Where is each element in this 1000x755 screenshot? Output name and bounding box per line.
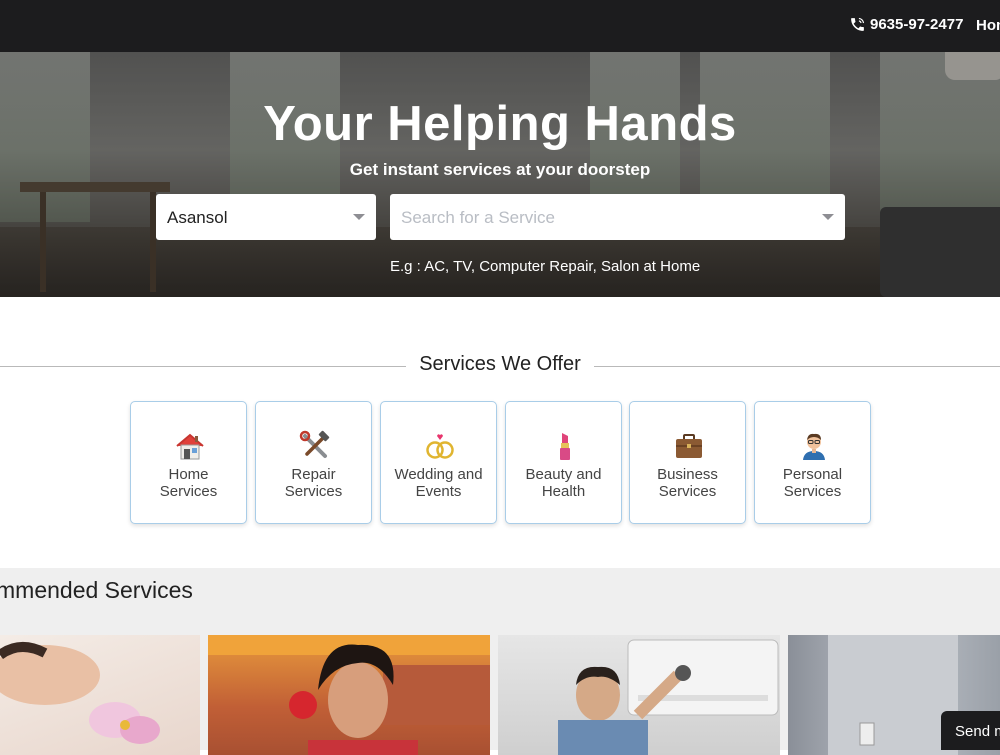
service-card-personal[interactable]: Personal Services [754, 401, 871, 524]
service-card-label: Personal Services [782, 466, 843, 500]
nav-home-link[interactable]: Hom [976, 17, 1000, 34]
service-card-repair[interactable]: Repair Services [255, 401, 372, 524]
phone-contact[interactable]: 9635-97-2477 [849, 16, 963, 33]
hero-banner: Your Helping Hands Get instant services … [0, 52, 1000, 297]
service-card-label: Business Services [657, 466, 718, 500]
recommended-card-ac-repair[interactable] [498, 635, 780, 755]
ac-repair-image [558, 639, 779, 755]
recommended-card-bridal-makeup[interactable] [208, 635, 490, 755]
service-card-label: Home Services [159, 466, 218, 500]
send-message-button[interactable]: Send m [941, 711, 1000, 750]
service-search-input[interactable]: Search for a Service [390, 194, 845, 240]
city-select[interactable]: Asansol [156, 194, 376, 240]
service-card-home[interactable]: Home Services [130, 401, 247, 524]
lipstick-icon [560, 433, 570, 460]
chevron-down-icon [353, 214, 365, 220]
service-card-business[interactable]: Business Services [629, 401, 746, 524]
house-icon [176, 433, 204, 460]
recommended-section: mmended Services [0, 568, 1000, 755]
service-card-beauty[interactable]: Beauty and Health [505, 401, 622, 524]
search-example-hint: E.g : AC, TV, Computer Repair, Salon at … [390, 258, 701, 275]
tools-icon [299, 430, 330, 458]
briefcase-icon [676, 434, 702, 458]
service-card-label: Repair Services [284, 466, 343, 500]
bridal-makeup-image [208, 635, 490, 755]
city-select-value: Asansol [167, 208, 228, 227]
recommended-section-title: mmended Services [0, 577, 193, 603]
service-card-wedding[interactable]: Wedding and Events [380, 401, 497, 524]
hero-title: Your Helping Hands [263, 97, 737, 151]
recommended-card-spa[interactable] [0, 635, 200, 755]
service-card-label: Beauty and Health [525, 466, 602, 500]
top-bar: 9635-97-2477 Hom [0, 0, 1000, 52]
phone-icon [851, 17, 865, 31]
service-card-label: Wedding and Events [394, 466, 483, 500]
chevron-down-icon [822, 214, 834, 220]
rings-icon [426, 434, 454, 459]
spa-image [0, 642, 160, 744]
hero-subtitle: Get instant services at your doorstep [349, 160, 651, 179]
services-section-title: Services We Offer [419, 353, 581, 375]
person-icon [803, 433, 825, 460]
phone-number: 9635-97-2477 [870, 16, 964, 33]
service-search-placeholder: Search for a Service [401, 208, 556, 227]
